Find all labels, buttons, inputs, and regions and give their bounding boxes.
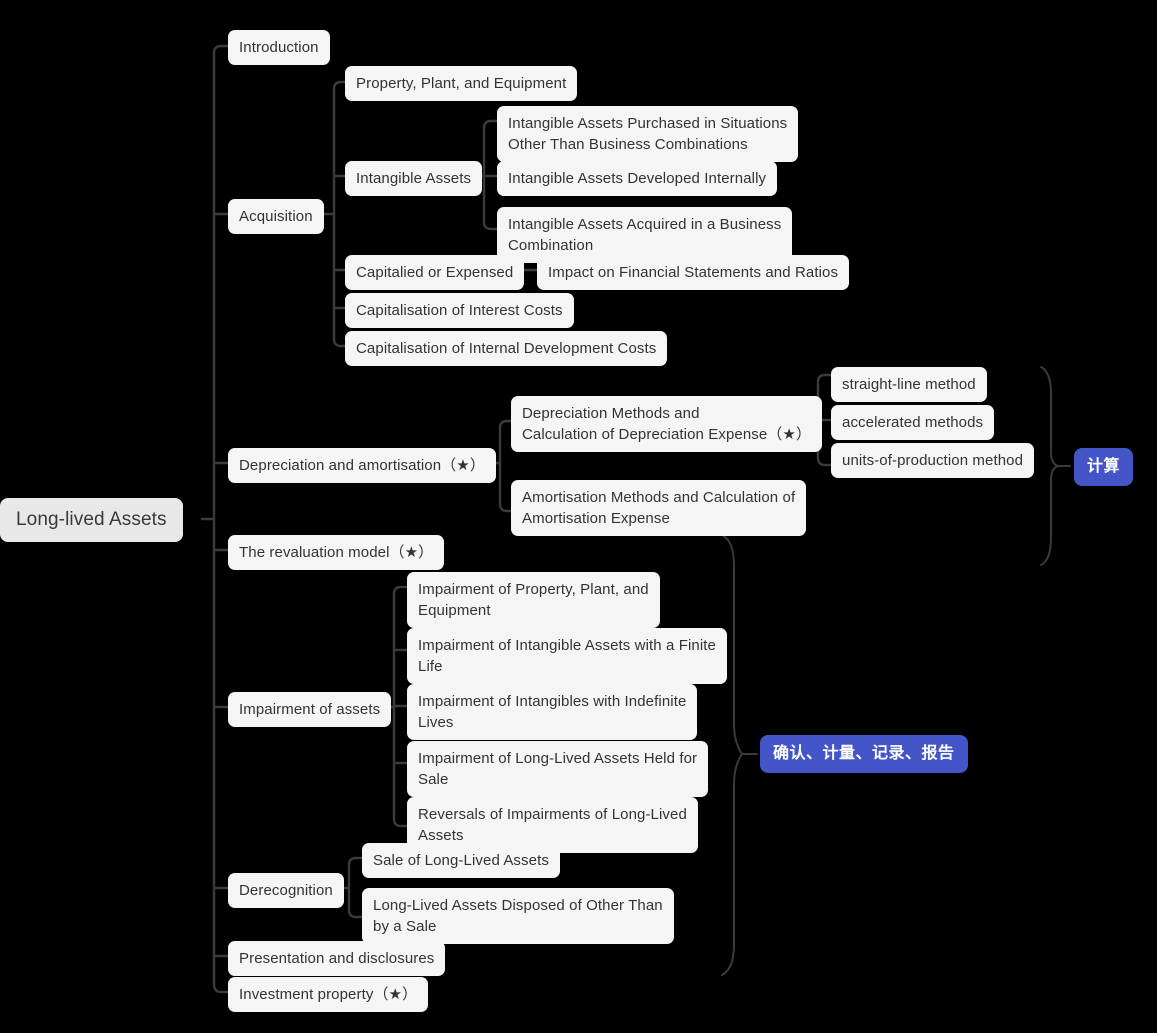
node-label: Impairment of Intangibles with Indefinit… bbox=[418, 693, 687, 731]
badge-queren-jiliang-jilu-baogao[interactable]: 确认、计量、记录、报告 bbox=[760, 735, 968, 773]
node-intangible-assets[interactable]: Intangible Assets bbox=[345, 161, 483, 196]
edge-to-ia-acquired bbox=[482, 220, 499, 231]
node-impairment-of-intangibles-indefinite-lives[interactable]: Impairment of Intangibles with Indefinit… bbox=[407, 684, 698, 740]
edge-to-disposed-other bbox=[347, 908, 364, 919]
node-label: Impairment of Intangible Assets with a F… bbox=[418, 637, 716, 675]
node-label: Intangible Assets bbox=[356, 170, 472, 187]
edge-to-units-of-production bbox=[816, 456, 833, 467]
node-depreciation-and-amortisation[interactable]: Depreciation and amortisation（★） bbox=[228, 448, 496, 483]
node-impact-on-financial-statements-and-ratios[interactable]: Impact on Financial Statements and Ratio… bbox=[537, 255, 850, 290]
root-label: Long-lived Assets bbox=[16, 509, 167, 530]
node-derecognition[interactable]: Derecognition bbox=[228, 873, 344, 908]
node-label: Presentation and disclosures bbox=[239, 950, 435, 967]
node-acquisition[interactable]: Acquisition bbox=[228, 199, 324, 234]
node-impairment-of-intangible-assets-finite-life[interactable]: Impairment of Intangible Assets with a F… bbox=[407, 628, 727, 684]
edge-to-sale-of-lla bbox=[347, 856, 364, 867]
node-label: Investment property（★） bbox=[239, 986, 418, 1003]
node-label: Capitalisation of Interest Costs bbox=[356, 302, 563, 319]
node-label: Acquisition bbox=[239, 208, 313, 225]
edge-to-ppe bbox=[332, 80, 347, 91]
node-intangible-assets-developed-internally[interactable]: Intangible Assets Developed Internally bbox=[497, 161, 778, 196]
node-units-of-production-method[interactable]: units-of-production method bbox=[831, 443, 1035, 478]
node-label: Impact on Financial Statements and Ratio… bbox=[548, 264, 839, 281]
node-sale-of-long-lived-assets[interactable]: Sale of Long-Lived Assets bbox=[362, 843, 560, 878]
node-label: Introduction bbox=[239, 39, 319, 56]
edge-to-investment-property bbox=[212, 982, 230, 994]
node-impairment-of-assets[interactable]: Impairment of assets bbox=[228, 692, 392, 727]
node-label: Intangible Assets Developed Internally bbox=[508, 170, 767, 187]
edge-to-ia-purchased bbox=[482, 119, 499, 130]
node-label: Intangible Assets Acquired in a Business… bbox=[508, 216, 782, 254]
node-the-revaluation-model[interactable]: The revaluation model（★） bbox=[228, 535, 445, 570]
edge-to-imp-reversals bbox=[392, 817, 409, 828]
node-capitalisation-of-internal-development-costs[interactable]: Capitalisation of Internal Development C… bbox=[345, 331, 668, 366]
brace-recognition bbox=[721, 534, 743, 976]
node-label: Impairment of Property, Plant, and Equip… bbox=[418, 581, 649, 619]
node-label: Property, Plant, and Equipment bbox=[356, 75, 567, 92]
node-amortisation-methods-and-calculation[interactable]: Amortisation Methods and Calculation of … bbox=[511, 480, 807, 536]
node-label: The revaluation model（★） bbox=[239, 544, 434, 561]
root-node-long-lived-assets[interactable]: Long-lived Assets bbox=[0, 498, 183, 542]
node-label: Sale of Long-Lived Assets bbox=[373, 852, 549, 869]
node-long-lived-assets-disposed-other-than-sale[interactable]: Long-Lived Assets Disposed of Other Than… bbox=[362, 888, 674, 944]
node-label: Intangible Assets Purchased in Situation… bbox=[508, 115, 788, 153]
brace-calculation bbox=[1040, 366, 1059, 566]
badge-label: 计算 bbox=[1087, 458, 1121, 475]
node-capitalisation-of-interest-costs[interactable]: Capitalisation of Interest Costs bbox=[345, 293, 574, 328]
node-label: Capitalied or Expensed bbox=[356, 264, 514, 281]
node-label: Impairment of Long-Lived Assets Held for… bbox=[418, 750, 698, 788]
node-label: Amortisation Methods and Calculation of … bbox=[522, 489, 796, 527]
node-impairment-of-long-lived-assets-held-for-sale[interactable]: Impairment of Long-Lived Assets Held for… bbox=[407, 741, 709, 797]
node-straight-line-method[interactable]: straight-line method bbox=[831, 367, 987, 402]
node-label: units-of-production method bbox=[842, 452, 1024, 469]
mindmap-canvas: Long-lived Assets Introduction Acquisiti… bbox=[0, 0, 1157, 1033]
node-depreciation-methods-and-calculation[interactable]: Depreciation Methods and Calculation of … bbox=[511, 396, 823, 452]
edge-to-imp-ppe bbox=[392, 585, 409, 596]
node-property-plant-equipment[interactable]: Property, Plant, and Equipment bbox=[345, 66, 578, 101]
edge-to-introduction bbox=[212, 44, 230, 55]
node-label: Depreciation Methods and Calculation of … bbox=[522, 405, 812, 443]
edge-to-depr-methods bbox=[498, 419, 513, 430]
edge-to-straight-line bbox=[816, 373, 833, 384]
node-presentation-and-disclosures[interactable]: Presentation and disclosures bbox=[228, 941, 446, 976]
node-label: Depreciation and amortisation（★） bbox=[239, 457, 485, 474]
badge-label: 确认、计量、记录、报告 bbox=[773, 745, 955, 762]
node-label: Derecognition bbox=[239, 882, 333, 899]
node-label: Capitalisation of Internal Development C… bbox=[356, 340, 657, 357]
edge-to-amort-methods bbox=[498, 502, 513, 513]
node-label: Long-Lived Assets Disposed of Other Than… bbox=[373, 897, 663, 935]
node-accelerated-methods[interactable]: accelerated methods bbox=[831, 405, 995, 440]
node-investment-property[interactable]: Investment property（★） bbox=[228, 977, 429, 1012]
edge-to-cap-internal-dev bbox=[332, 337, 347, 348]
node-impairment-of-property-plant-equipment[interactable]: Impairment of Property, Plant, and Equip… bbox=[407, 572, 660, 628]
node-capitalied-or-expensed[interactable]: Capitalied or Expensed bbox=[345, 255, 525, 290]
badge-jisuan[interactable]: 计算 bbox=[1074, 448, 1134, 486]
node-introduction[interactable]: Introduction bbox=[228, 30, 330, 65]
node-label: straight-line method bbox=[842, 376, 976, 393]
node-label: Impairment of assets bbox=[239, 701, 381, 718]
node-label: Reversals of Impairments of Long-Lived A… bbox=[418, 806, 687, 844]
node-intangible-assets-purchased[interactable]: Intangible Assets Purchased in Situation… bbox=[497, 106, 799, 162]
node-label: accelerated methods bbox=[842, 414, 984, 431]
